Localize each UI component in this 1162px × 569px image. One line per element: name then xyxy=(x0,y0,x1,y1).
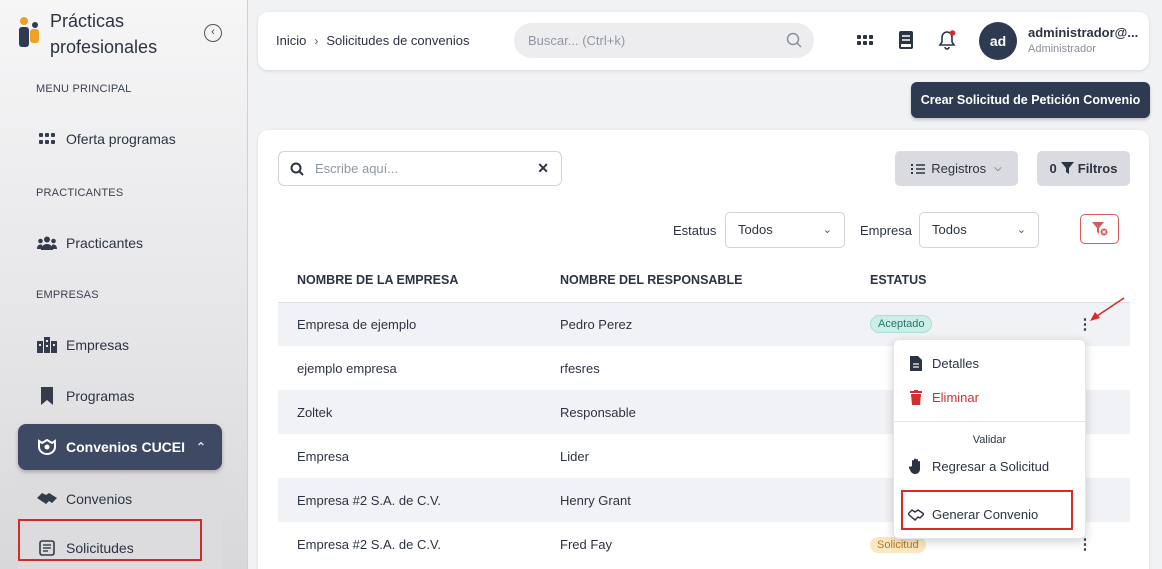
collapse-sidebar-icon[interactable]: ‹ xyxy=(204,24,222,42)
cell-responsible: Pedro Perez xyxy=(560,302,870,346)
avatar[interactable]: ad xyxy=(979,22,1017,60)
sidebar: Prácticas profesionales ‹ MENU PRINCIPAL… xyxy=(0,0,248,569)
funnel-clear-icon xyxy=(1091,222,1107,236)
chevron-down-icon: ⌄ xyxy=(1016,224,1026,236)
menu-item-label: Detalles xyxy=(932,356,979,371)
cell-company: ejemplo empresa xyxy=(297,360,397,376)
buildings-icon xyxy=(36,335,58,355)
trash-icon xyxy=(908,390,924,405)
user-name[interactable]: administrador@... xyxy=(1028,25,1138,40)
clear-filters-button[interactable] xyxy=(1080,214,1119,244)
cell-company: Empresa #2 S.A. de C.V. xyxy=(278,478,560,522)
cell-responsible: Lider xyxy=(560,448,589,464)
brand[interactable]: Prácticas profesionales ‹ xyxy=(16,8,236,68)
clear-search-icon[interactable]: ✕ xyxy=(537,160,549,177)
table-search[interactable]: ✕ xyxy=(278,151,562,186)
records-button[interactable]: Registros ⌵ xyxy=(895,151,1018,186)
sidebar-item-label: Convenios xyxy=(66,491,133,507)
company-filter-label: Empresa xyxy=(860,223,913,238)
handshake-icon xyxy=(36,437,58,457)
brand-title: Prácticas profesionales xyxy=(50,11,158,57)
user-role: Administrador xyxy=(1028,43,1096,55)
table-header-row: NOMBRE DE LA EMPRESA NOMBRE DEL RESPONSA… xyxy=(278,258,1130,303)
column-header-company[interactable]: NOMBRE DE LA EMPRESA xyxy=(278,258,560,303)
cell-responsible: rfesres xyxy=(560,360,600,376)
create-request-button[interactable]: Crear Solicitud de Petición Convenio xyxy=(911,82,1150,118)
funnel-icon xyxy=(1060,162,1074,174)
cell-responsible: Fred Fay xyxy=(560,536,613,552)
sidebar-item-empresas[interactable]: Empresas xyxy=(18,322,222,368)
breadcrumb-current: Solicitudes de convenios xyxy=(326,33,470,48)
bell-icon[interactable] xyxy=(937,30,957,50)
filters-count: 0 xyxy=(1049,161,1057,176)
menu-item-details[interactable]: Detalles xyxy=(908,356,979,371)
column-header-responsible[interactable]: NOMBRE DEL RESPONSABLE xyxy=(560,258,870,303)
menu-item-label: Eliminar xyxy=(932,390,979,405)
sidebar-item-label: Practicantes xyxy=(66,235,144,251)
sidebar-item-label: Convenios CUCEI xyxy=(66,439,186,455)
sidebar-item-label: Empresas xyxy=(66,337,130,353)
chevron-down-icon: ⌄ xyxy=(822,224,832,236)
cell-company: Empresa de ejemplo xyxy=(278,302,560,346)
cell-company: Empresa #2 S.A. de C.V. xyxy=(297,536,442,552)
filters-button[interactable]: 0 Filtros xyxy=(1037,151,1130,186)
breadcrumb-home[interactable]: Inicio xyxy=(276,33,306,48)
bookmark-icon xyxy=(36,386,58,406)
cell-responsible: Responsable xyxy=(560,390,870,434)
section-practicantes: PRACTICANTES xyxy=(36,187,124,199)
hand-icon xyxy=(908,458,924,474)
menu-item-return-request[interactable]: Regresar a Solicitud xyxy=(908,458,1049,474)
book-icon[interactable] xyxy=(896,30,916,50)
global-search-input[interactable] xyxy=(514,23,754,58)
highlight-box-generate-agreement xyxy=(901,490,1073,530)
grid-icon xyxy=(36,129,58,149)
cell-company: Empresa xyxy=(297,448,350,464)
sidebar-item-label: Oferta programas xyxy=(66,131,176,147)
highlight-box-solicitudes xyxy=(18,519,202,561)
top-bar: Inicio › Solicitudes de convenios ad adm… xyxy=(258,12,1149,70)
status-select[interactable]: Todos ⌄ xyxy=(725,212,845,248)
handshake-icon xyxy=(36,489,58,509)
sidebar-item-convenios[interactable]: Convenios xyxy=(18,476,222,522)
cell-company: Zoltek xyxy=(278,390,560,434)
company-select[interactable]: Todos ⌄ xyxy=(919,212,1039,248)
people-icon xyxy=(36,233,58,253)
search-icon xyxy=(786,32,802,48)
company-select-value: Todos xyxy=(932,222,967,237)
chevron-down-icon: ⌵ xyxy=(994,163,1002,174)
logo-icon xyxy=(19,17,39,47)
sidebar-item-oferta-programas[interactable]: Oferta programas xyxy=(18,116,222,162)
sidebar-item-convenios-cucei[interactable]: Convenios CUCEI ⌃ xyxy=(18,424,222,470)
sidebar-item-practicantes[interactable]: Practicantes xyxy=(18,220,222,266)
column-header-status[interactable]: ESTATUS xyxy=(870,258,1040,303)
sidebar-item-programas[interactable]: Programas xyxy=(18,373,222,419)
menu-item-label: Regresar a Solicitud xyxy=(932,458,1050,474)
breadcrumb-separator-icon: › xyxy=(314,33,319,48)
global-search[interactable] xyxy=(514,23,814,58)
status-filter-label: Estatus xyxy=(673,223,717,238)
status-badge: Aceptado xyxy=(870,315,933,334)
status-select-value: Todos xyxy=(738,222,773,237)
menu-divider xyxy=(894,421,1085,422)
search-icon xyxy=(290,162,304,176)
menu-group-label: Validar xyxy=(972,434,1007,446)
section-empresas: EMPRESAS xyxy=(36,289,99,301)
cell-responsible: Henry Grant xyxy=(560,478,870,522)
table-search-input[interactable] xyxy=(315,152,525,185)
list-icon xyxy=(911,163,926,174)
chevron-up-icon: ⌃ xyxy=(195,440,206,454)
sidebar-item-label: Programas xyxy=(66,388,135,404)
section-main-menu: MENU PRINCIPAL xyxy=(36,83,132,95)
menu-item-delete[interactable]: Eliminar xyxy=(908,390,979,405)
records-label: Registros xyxy=(931,161,987,176)
apps-grid-icon[interactable] xyxy=(855,30,875,50)
document-icon xyxy=(908,356,924,371)
breadcrumb: Inicio › Solicitudes de convenios xyxy=(276,33,469,48)
filters-label: Filtros xyxy=(1077,161,1118,176)
annotation-arrow-icon xyxy=(1090,297,1125,321)
